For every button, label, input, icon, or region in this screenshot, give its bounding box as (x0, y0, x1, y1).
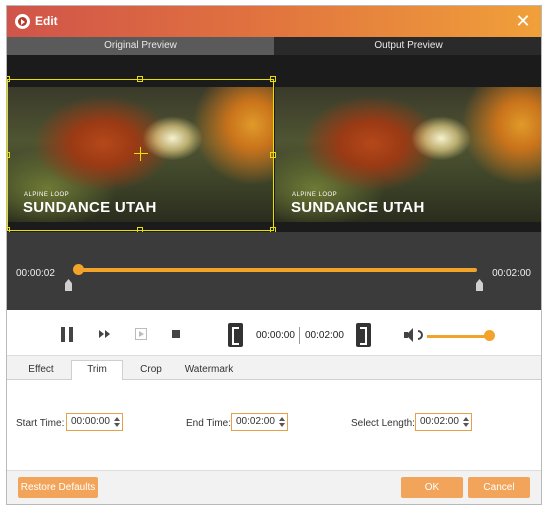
video-overlay-title: SUNDANCE UTAH (291, 199, 425, 216)
start-time-value: 00:00:00 (71, 416, 110, 427)
trim-end-time: 00:02:00 (305, 330, 344, 341)
playhead-handle[interactable] (73, 264, 84, 275)
next-frame-icon[interactable] (135, 328, 147, 340)
cancel-button[interactable]: Cancel (468, 477, 530, 498)
volume-wave-icon (418, 330, 423, 340)
title-bar[interactable]: Edit ✕ (7, 6, 541, 37)
end-time: 00:02:00 (492, 268, 531, 279)
set-end-bracket-button[interactable] (356, 323, 371, 347)
video-overlay-title: SUNDANCE UTAH (23, 199, 157, 216)
set-start-bracket-button[interactable] (228, 323, 243, 347)
timeline-track[interactable] (79, 268, 477, 272)
crop-handle-right[interactable] (270, 152, 276, 158)
select-length-label: Select Length: (351, 418, 415, 429)
fast-forward-icon[interactable] (99, 330, 111, 339)
pause-icon[interactable] (61, 327, 73, 342)
time-divider (299, 327, 300, 344)
trim-start-marker[interactable] (65, 279, 72, 291)
video-overlay-subtitle: ALPINE LOOP (292, 192, 338, 198)
volume-slider-track[interactable] (427, 335, 489, 338)
start-time-input[interactable]: 00:00:00 (66, 413, 123, 431)
spinner-arrows-icon[interactable] (463, 416, 469, 428)
tab-crop[interactable]: Crop (125, 361, 177, 380)
trim-panel: Start Time: 00:00:00 End Time: 00:02:00 … (7, 380, 541, 470)
crop-handle-top-left[interactable] (7, 76, 10, 82)
stop-icon[interactable] (172, 330, 180, 338)
end-time-label: End Time: (186, 418, 232, 429)
output-preview-video: ALPINE LOOP SUNDANCE UTAH (275, 87, 541, 222)
edit-tabs: Effect Trim Crop Watermark (7, 356, 541, 381)
volume-slider-thumb[interactable] (484, 330, 495, 341)
end-time-value: 00:02:00 (236, 416, 275, 427)
restore-defaults-button[interactable]: Restore Defaults (18, 477, 98, 498)
ok-button[interactable]: OK (401, 477, 463, 498)
dialog-footer: Restore Defaults OK Cancel (7, 470, 541, 504)
crop-handle-top-right[interactable] (270, 76, 276, 82)
timeline: 00:00:02 00:02:00 (7, 232, 541, 310)
select-length-value: 00:02:00 (420, 416, 459, 427)
tab-watermark[interactable]: Watermark (177, 361, 241, 380)
crop-handle-top[interactable] (137, 76, 143, 82)
start-time-label: Start Time: (16, 418, 65, 429)
spinner-arrows-icon[interactable] (279, 416, 285, 428)
select-length-input[interactable]: 00:02:00 (415, 413, 472, 431)
original-preview-label: Original Preview (7, 37, 274, 55)
playback-controls: 00:00:00 00:02:00 (7, 310, 541, 356)
tab-effect[interactable]: Effect (15, 361, 67, 380)
trim-end-marker[interactable] (476, 279, 483, 291)
crop-center-crosshair-icon[interactable] (134, 147, 148, 161)
current-time: 00:00:02 (16, 268, 55, 279)
app-logo-icon (15, 14, 30, 29)
edit-dialog: Edit ✕ Original Preview Output Preview A… (6, 5, 542, 505)
close-button[interactable]: ✕ (513, 11, 533, 31)
output-preview-label: Output Preview (274, 37, 541, 55)
end-time-input[interactable]: 00:02:00 (231, 413, 288, 431)
trim-start-time: 00:00:00 (256, 330, 295, 341)
tab-trim[interactable]: Trim (71, 360, 123, 381)
window-title: Edit (35, 14, 58, 28)
video-overlay-subtitle: ALPINE LOOP (24, 192, 70, 198)
spinner-arrows-icon[interactable] (114, 416, 120, 428)
crop-handle-left[interactable] (7, 152, 10, 158)
